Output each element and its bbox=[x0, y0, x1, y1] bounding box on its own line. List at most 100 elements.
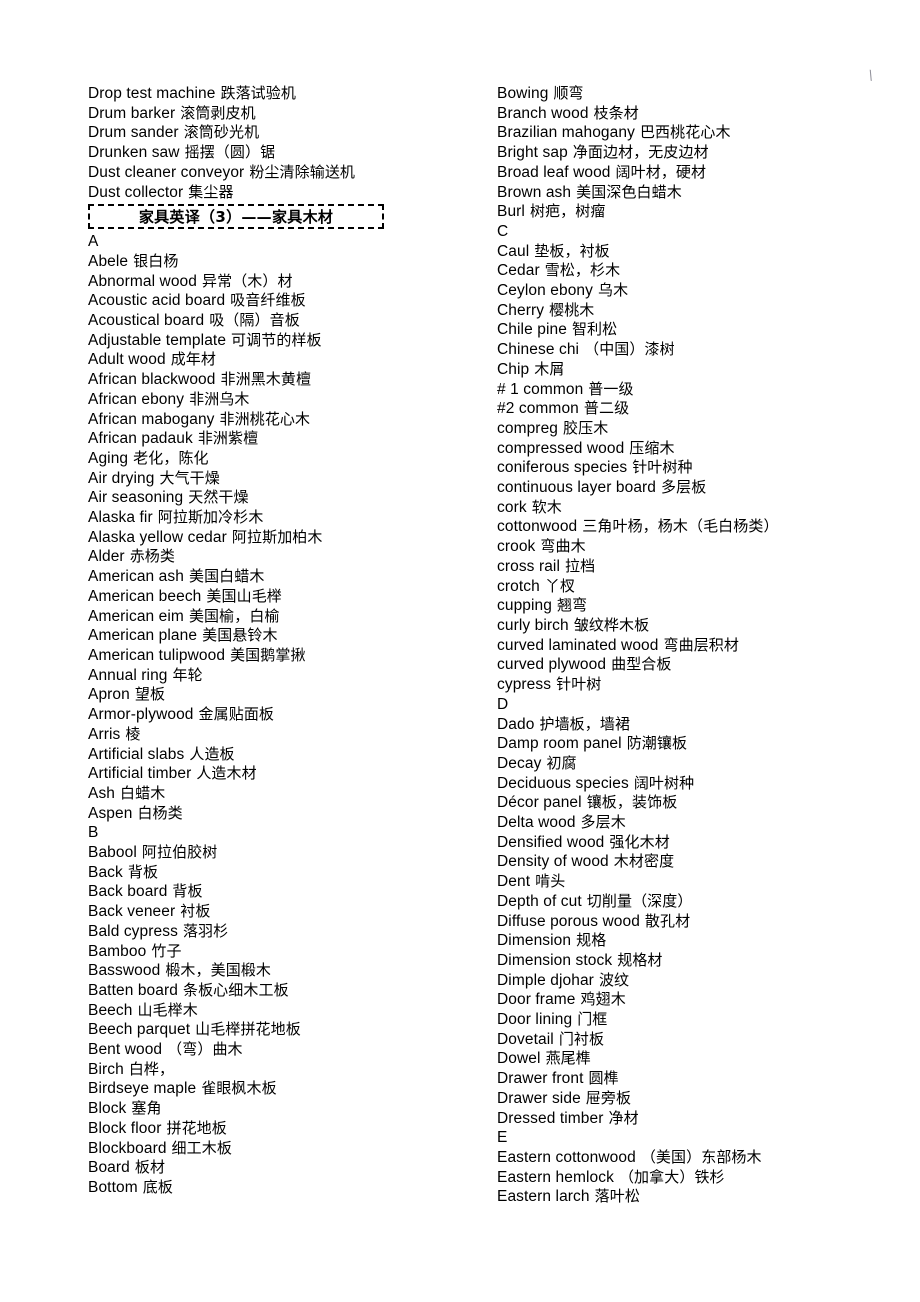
glossary-term-english: cork bbox=[497, 498, 527, 516]
glossary-term-english: Back board bbox=[88, 883, 168, 901]
glossary-entry: Dent 啃头 bbox=[497, 872, 909, 892]
glossary-term-english: Dimension stock bbox=[497, 951, 613, 969]
glossary-entry: Dust cleaner conveyor 粉尘清除输送机 bbox=[88, 163, 480, 183]
glossary-term-chinese: 弯曲层积材 bbox=[663, 635, 740, 654]
glossary-term-english: Abnormal wood bbox=[88, 272, 197, 290]
glossary-term-chinese: 啃头 bbox=[535, 872, 566, 891]
glossary-term-english: Brown ash bbox=[497, 183, 572, 201]
glossary-entry: continuous layer board 多层板 bbox=[497, 478, 909, 498]
glossary-term-chinese: 针叶树 bbox=[556, 675, 602, 694]
glossary-term-english: Eastern larch bbox=[497, 1188, 590, 1206]
glossary-term-chinese: （加拿大）铁杉 bbox=[618, 1167, 725, 1186]
glossary-entry: Deciduous species 阔叶树种 bbox=[497, 774, 909, 794]
glossary-entry: Décor panel 镶板，装饰板 bbox=[497, 793, 909, 813]
glossary-term-chinese: 背板 bbox=[127, 862, 159, 881]
glossary-entry: coniferous species 针叶树种 bbox=[497, 458, 909, 478]
glossary-term-english: Alder bbox=[88, 548, 125, 566]
glossary-term-chinese: 山毛榉拼花地板 bbox=[195, 1020, 301, 1039]
glossary-entry: Cedar 雪松，杉木 bbox=[497, 261, 909, 281]
glossary-entry: Eastern hemlock （加拿大）铁杉 bbox=[497, 1168, 909, 1188]
glossary-entry: African padauk 非洲紫檀 bbox=[88, 429, 480, 449]
glossary-term-chinese: 背板 bbox=[172, 882, 203, 901]
glossary-term-chinese: 门框 bbox=[577, 1010, 608, 1029]
glossary-entry: Armor-plywood 金属贴面板 bbox=[88, 705, 480, 725]
glossary-term-english: cottonwood bbox=[497, 518, 578, 536]
glossary-entry: curved laminated wood 弯曲层积材 bbox=[497, 636, 909, 656]
glossary-term-english: Board bbox=[88, 1159, 130, 1177]
glossary-term-english: Dressed timber bbox=[497, 1109, 604, 1127]
glossary-term-english: Block bbox=[88, 1100, 127, 1118]
glossary-term-english: Density of wood bbox=[497, 853, 609, 871]
glossary-term-chinese: 皱纹桦木板 bbox=[573, 615, 650, 634]
glossary-term-english: Cedar bbox=[497, 262, 540, 280]
glossary-term-english: Blockboard bbox=[88, 1139, 167, 1157]
glossary-entry: Dovetail 门衬板 bbox=[497, 1030, 909, 1050]
glossary-entry: Bowing 顺弯 bbox=[497, 84, 909, 104]
glossary-entry: Door frame 鸡翅木 bbox=[497, 990, 909, 1010]
glossary-term-english: African ebony bbox=[88, 390, 185, 408]
glossary-term-english: Arris bbox=[88, 725, 121, 743]
glossary-entry: Eastern cottonwood （美国）东部杨木 bbox=[497, 1148, 909, 1168]
glossary-term-chinese: 美国鹅掌揪 bbox=[230, 645, 306, 664]
glossary-term-chinese: 落叶松 bbox=[594, 1187, 640, 1206]
glossary-entry: Chip 木屑 bbox=[497, 360, 909, 380]
glossary-entry: Caul 垫板，衬板 bbox=[497, 242, 909, 262]
glossary-entry: Dimension 规格 bbox=[497, 931, 909, 951]
glossary-entry: curly birch 皱纹桦木板 bbox=[497, 616, 909, 636]
glossary-term-chinese: 普一级 bbox=[588, 379, 634, 398]
glossary-term-chinese: 阿拉伯胶树 bbox=[141, 843, 218, 862]
glossary-entry: American ash 美国白蜡木 bbox=[88, 567, 480, 587]
glossary-term-chinese: 鸡翅木 bbox=[580, 990, 626, 1009]
glossary-term-english: continuous layer board bbox=[497, 479, 657, 497]
glossary-term-english: #2 common bbox=[497, 400, 579, 418]
glossary-term-english: Artificial timber bbox=[88, 765, 192, 783]
glossary-term-english: Air seasoning bbox=[88, 489, 184, 507]
glossary-entry: Burl 树疤，树瘤 bbox=[497, 202, 909, 222]
glossary-term-chinese: 燕尾榫 bbox=[545, 1049, 591, 1068]
glossary-term-chinese: 吸（隔）音板 bbox=[209, 311, 300, 330]
glossary-term-english: African mabogany bbox=[88, 410, 215, 428]
glossary-term-english: Birdseye maple bbox=[88, 1080, 197, 1098]
glossary-term-chinese: 波纹 bbox=[598, 970, 630, 989]
glossary-term-english: Block floor bbox=[88, 1119, 162, 1137]
glossary-entry: Delta wood 多层木 bbox=[497, 813, 909, 833]
glossary-entry: Dado 护墙板，墙裙 bbox=[497, 715, 909, 735]
glossary-entry: Aspen 白杨类 bbox=[88, 804, 480, 824]
glossary-term-chinese: 吸音纤维板 bbox=[230, 291, 306, 310]
glossary-term-chinese: 枝条材 bbox=[593, 103, 639, 122]
glossary-term-english: Basswood bbox=[88, 962, 161, 980]
glossary-term-chinese: 粉尘清除输送机 bbox=[249, 162, 356, 181]
glossary-term-chinese: 初腐 bbox=[546, 753, 577, 772]
glossary-entry: crook 弯曲木 bbox=[497, 537, 909, 557]
glossary-term-english: Drop test machine bbox=[88, 85, 216, 102]
section-header-box: 家具英译（3）——家具木材 bbox=[88, 204, 384, 230]
glossary-term-english: Branch wood bbox=[497, 104, 589, 122]
glossary-term-chinese: 望板 bbox=[134, 685, 166, 704]
glossary-term-english: cypress bbox=[497, 676, 552, 694]
glossary-term-english: Burl bbox=[497, 203, 525, 221]
glossary-entry: Ash 白蜡木 bbox=[88, 784, 480, 804]
glossary-term-english: American tulipwood bbox=[88, 646, 226, 664]
glossary-term-chinese: 智利松 bbox=[571, 320, 618, 339]
glossary-entry: Door lining 门框 bbox=[497, 1010, 909, 1030]
glossary-term-english: Cherry bbox=[497, 301, 545, 319]
glossary-term-chinese: 板材 bbox=[134, 1158, 166, 1177]
glossary-entry: Chinese chi （中国）漆树 bbox=[497, 340, 909, 360]
glossary-term-english: compressed wood bbox=[497, 439, 625, 457]
glossary-term-chinese: 垫板，衬板 bbox=[534, 241, 610, 260]
glossary-entry: Basswood 椴木，美国椴木 bbox=[88, 961, 480, 981]
glossary-entry: Arris 棱 bbox=[88, 725, 480, 745]
glossary-term-chinese: 落羽杉 bbox=[182, 921, 229, 940]
glossary-term-chinese: （弯）曲木 bbox=[167, 1040, 243, 1059]
glossary-term-english: Alaska fir bbox=[88, 509, 153, 527]
glossary-term-english: Eastern cottonwood bbox=[497, 1148, 636, 1166]
glossary-term-chinese: 护墙板，墙裙 bbox=[539, 714, 631, 733]
glossary-term-chinese: 多层木 bbox=[580, 813, 626, 832]
glossary-term-english: Babool bbox=[88, 844, 137, 862]
glossary-entry: African blackwood 非洲黑木黄檀 bbox=[88, 370, 480, 390]
glossary-term-chinese: 白杨类 bbox=[137, 803, 183, 822]
document-page: \ Drop test machine 跌落试验机 Drum barker 滚筒剥皮机… bbox=[0, 0, 920, 1302]
glossary-term-chinese: 防潮镶板 bbox=[626, 734, 688, 753]
glossary-term-english: Bottom bbox=[88, 1178, 138, 1196]
glossary-term-chinese: 跌落试验机 bbox=[220, 84, 296, 102]
